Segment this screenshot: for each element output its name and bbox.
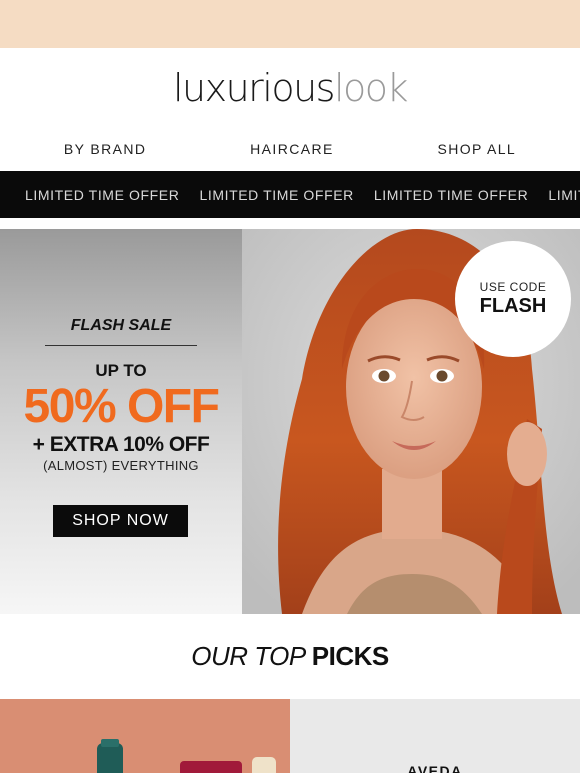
top-picks-light-text: OUR TOP (191, 641, 306, 671)
product-card-right[interactable]: AVEDA (290, 699, 580, 773)
almost-everything-text: (ALMOST) EVERYTHING (43, 458, 199, 473)
promo-code-badge: USE CODE FLASH (455, 241, 571, 357)
main-nav: BY BRAND HAIRCARE SHOP ALL (0, 128, 580, 170)
product-card-left[interactable] (0, 699, 290, 773)
ticker-item: LIMITED TIME OFFER (25, 186, 180, 203)
product-brand-label: AVEDA (407, 763, 463, 773)
shop-now-button[interactable]: SHOP NOW (53, 505, 188, 537)
ticker-item: LIMITED TIME OFFER (373, 186, 529, 203)
product-grid: AVEDA (0, 699, 580, 773)
logo-main-text: luxurious (172, 66, 336, 110)
hero-promo-panel: FLASH SALE UP TO 50% OFF + EXTRA 10% OFF… (0, 229, 242, 614)
brand-logo[interactable]: luxuriouslook (172, 66, 409, 110)
flash-sale-title: FLASH SALE (70, 317, 172, 334)
logo-container: luxuriouslook (0, 48, 580, 128)
promo-divider (45, 345, 197, 346)
product-bottles-illustration (97, 739, 276, 773)
logo-light-text: look (333, 66, 409, 110)
ticker-item: LIMITED TIME OFFER (548, 186, 580, 203)
up-to-text: UP TO (95, 361, 147, 380)
top-banner (0, 0, 580, 48)
extra-discount-text: + EXTRA 10% OFF (32, 433, 210, 456)
hero-model-image[interactable]: USE CODE FLASH (242, 229, 580, 614)
nav-shop-all[interactable]: SHOP ALL (437, 141, 516, 157)
hero-banner[interactable]: FLASH SALE UP TO 50% OFF + EXTRA 10% OFF… (0, 229, 580, 614)
nav-by-brand[interactable]: BY BRAND (64, 141, 147, 157)
discount-headline: 50% OFF (23, 380, 220, 433)
badge-code-text: FLASH (479, 295, 547, 317)
top-picks-bold-text: PICKS (311, 641, 389, 671)
badge-use-code-text: USE CODE (479, 280, 547, 294)
offer-ticker: LIMITED TIME OFFER LIMITED TIME OFFER LI… (0, 171, 580, 218)
nav-haircare[interactable]: HAIRCARE (250, 141, 334, 157)
ticker-item: LIMITED TIME OFFER (199, 186, 354, 203)
top-picks-heading: OUR TOP PICKS (0, 614, 580, 699)
